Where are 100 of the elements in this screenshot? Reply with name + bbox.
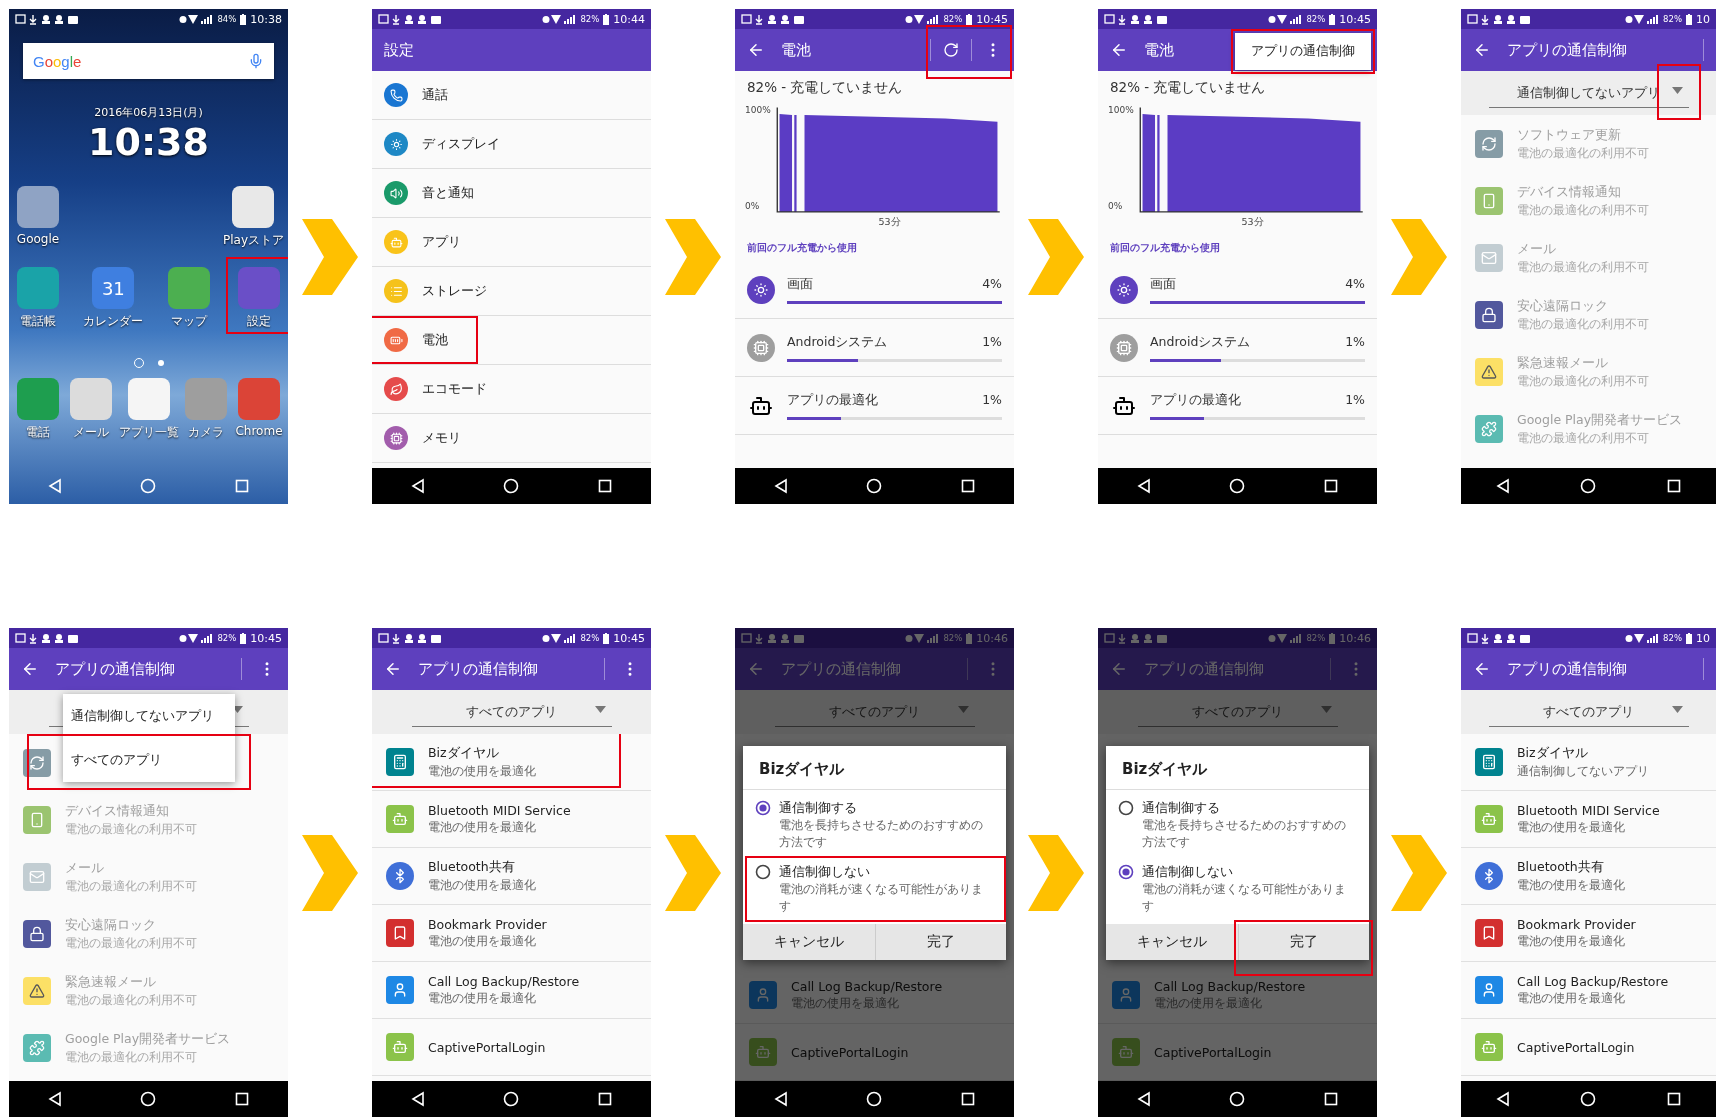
dialog-title: Bizダイヤル xyxy=(1106,746,1369,790)
usage-name: アプリの最適化 xyxy=(1150,391,1241,409)
battery-percent: 82% xyxy=(943,633,963,643)
app-name: デバイス情報通知 xyxy=(65,802,170,820)
app-name: Bluetooth共有 xyxy=(1517,859,1605,876)
battery-percent: 84% xyxy=(217,14,237,24)
caret-icon xyxy=(1671,706,1683,713)
clock-text: 10:38 xyxy=(87,120,210,164)
screen-title: アプリの通信制御 xyxy=(1144,659,1264,679)
settings-item[interactable]: 音と通知 xyxy=(372,169,651,218)
search-field[interactable]: Google xyxy=(23,43,274,79)
axis-label: 0% xyxy=(1108,201,1124,211)
option-label: 通信制御する xyxy=(779,799,858,817)
usage-percent: 1% xyxy=(1345,333,1365,351)
battery-percent: 82% xyxy=(1663,633,1682,643)
settings-item[interactable]: メモリ xyxy=(372,414,651,463)
battery-percent: 82% xyxy=(1663,14,1682,24)
status-time: 10:45 xyxy=(976,12,1008,26)
menu-item[interactable]: アプリの通信制御 xyxy=(1235,33,1371,70)
dialog-button[interactable]: キャンセル xyxy=(743,924,875,960)
search-logo-text: Google xyxy=(33,52,82,70)
app-name: CaptivePortalLogin xyxy=(791,1044,909,1060)
app-status: 電池の使用を最適化 xyxy=(428,820,537,835)
app-status: 電池の最適化の利用不可 xyxy=(65,878,197,894)
axis-label: 100% xyxy=(745,105,772,115)
caret-icon xyxy=(1320,706,1332,713)
app-launcher[interactable]: 電話帳 xyxy=(13,267,63,330)
app-name: Google Play開発者サービス xyxy=(1517,411,1683,429)
settings-item[interactable]: 通話 xyxy=(372,71,651,120)
notification-icons-drawing xyxy=(1467,13,1533,25)
usage-name: 画面 xyxy=(787,275,813,293)
app-status: 電池の使用を最適化 xyxy=(428,934,537,949)
radio-button[interactable] xyxy=(1118,800,1134,816)
app-launcher[interactable]: 設定 xyxy=(234,267,284,330)
status-time: 10:38 xyxy=(250,12,282,26)
app-name: Bluetooth MIDI Service xyxy=(1517,803,1660,818)
app-status: 電池の使用を最適化 xyxy=(428,878,536,893)
battery-status-text: 82% - 充電していません xyxy=(746,78,904,97)
app-status: 電池の使用を最適化 xyxy=(428,991,537,1006)
dialog-button[interactable]: 完了 xyxy=(1237,924,1369,960)
usage-percent: 1% xyxy=(1345,391,1365,409)
signal-icons-drawing xyxy=(542,632,577,644)
settings-item[interactable]: エコモード xyxy=(372,365,651,414)
battery-icon xyxy=(1329,13,1336,25)
app-status: 電池の最適化の利用不可 xyxy=(1517,316,1649,332)
page-indicator[interactable] xyxy=(157,359,164,366)
dropdown-option[interactable]: 通信制御してないアプリ xyxy=(63,694,235,738)
app-launcher[interactable]: Google xyxy=(13,186,63,249)
app-status: 電池の最適化の利用不可 xyxy=(1517,430,1650,446)
battery-icon xyxy=(603,632,610,644)
app-name: Call Log Backup/Restore xyxy=(791,979,943,994)
dialog-button[interactable]: キャンセル xyxy=(1106,924,1238,960)
dropdown-option[interactable]: すべてのアプリ xyxy=(63,738,235,782)
axis-label: 53分 xyxy=(1241,216,1264,227)
app-status: 電池の最適化の利用不可 xyxy=(1517,373,1649,389)
signal-icons-drawing xyxy=(1625,13,1660,25)
option-label: 通信制御しない xyxy=(779,863,871,881)
app-name: Call Log Backup/Restore xyxy=(1154,979,1306,994)
usage-name: Androidシステム xyxy=(787,333,888,351)
notification-icons-drawing xyxy=(15,632,81,644)
app-name: Google Play開発者サービス xyxy=(65,1030,231,1048)
app-name: Bookmark Provider xyxy=(1517,917,1636,932)
mic-icon[interactable] xyxy=(248,53,264,69)
signal-icons-drawing xyxy=(1625,632,1660,644)
settings-item[interactable]: アプリ xyxy=(372,218,651,267)
app-name: デバイス情報通知 xyxy=(1517,183,1622,201)
settings-item[interactable]: ストレージ xyxy=(372,267,651,316)
battery-percent: 82% xyxy=(943,14,963,24)
app-name: Bookmark Provider xyxy=(428,917,547,932)
battery-percent: 82% xyxy=(1306,14,1326,24)
dialog-button[interactable]: 完了 xyxy=(874,924,1006,960)
refresh-icon[interactable] xyxy=(943,42,959,58)
app-launcher[interactable]: 31 カレンダー xyxy=(83,267,144,330)
radio-button[interactable] xyxy=(1118,864,1134,880)
app-status: 電池の最適化の利用不可 xyxy=(65,1049,198,1065)
status-time: 10 xyxy=(1696,631,1710,645)
battery-icon xyxy=(966,632,973,644)
status-time: 10:44 xyxy=(613,12,645,26)
chip-icon xyxy=(747,333,775,362)
app-name: 緊急速報メール xyxy=(1517,354,1609,372)
app-name: Bizダイヤル xyxy=(1517,745,1589,762)
signal-icons-drawing xyxy=(905,632,940,644)
app-launcher[interactable]: Playストア xyxy=(222,186,284,249)
option-label: 通信制御する xyxy=(1142,799,1221,817)
radio-button[interactable] xyxy=(755,800,771,816)
battery-icon xyxy=(1686,632,1692,644)
radio-button[interactable] xyxy=(755,864,771,880)
status-time: 10:45 xyxy=(1339,12,1371,26)
dialog-title: Bizダイヤル xyxy=(743,746,1006,790)
usage-percent: 1% xyxy=(982,391,1002,409)
screen-title: 電池 xyxy=(1144,40,1174,60)
status-time: 10:45 xyxy=(613,631,645,645)
settings-item[interactable]: 電池 xyxy=(372,316,651,365)
axis-label: 100% xyxy=(1108,105,1135,115)
app-name: CaptivePortalLogin xyxy=(428,1039,546,1055)
status-time: 10:45 xyxy=(250,631,282,645)
date-text: 2016年06月13日(月) xyxy=(93,105,204,120)
settings-item[interactable]: ディスプレイ xyxy=(372,120,651,169)
caret-icon xyxy=(1671,87,1683,94)
app-launcher[interactable]: マップ xyxy=(163,267,214,330)
